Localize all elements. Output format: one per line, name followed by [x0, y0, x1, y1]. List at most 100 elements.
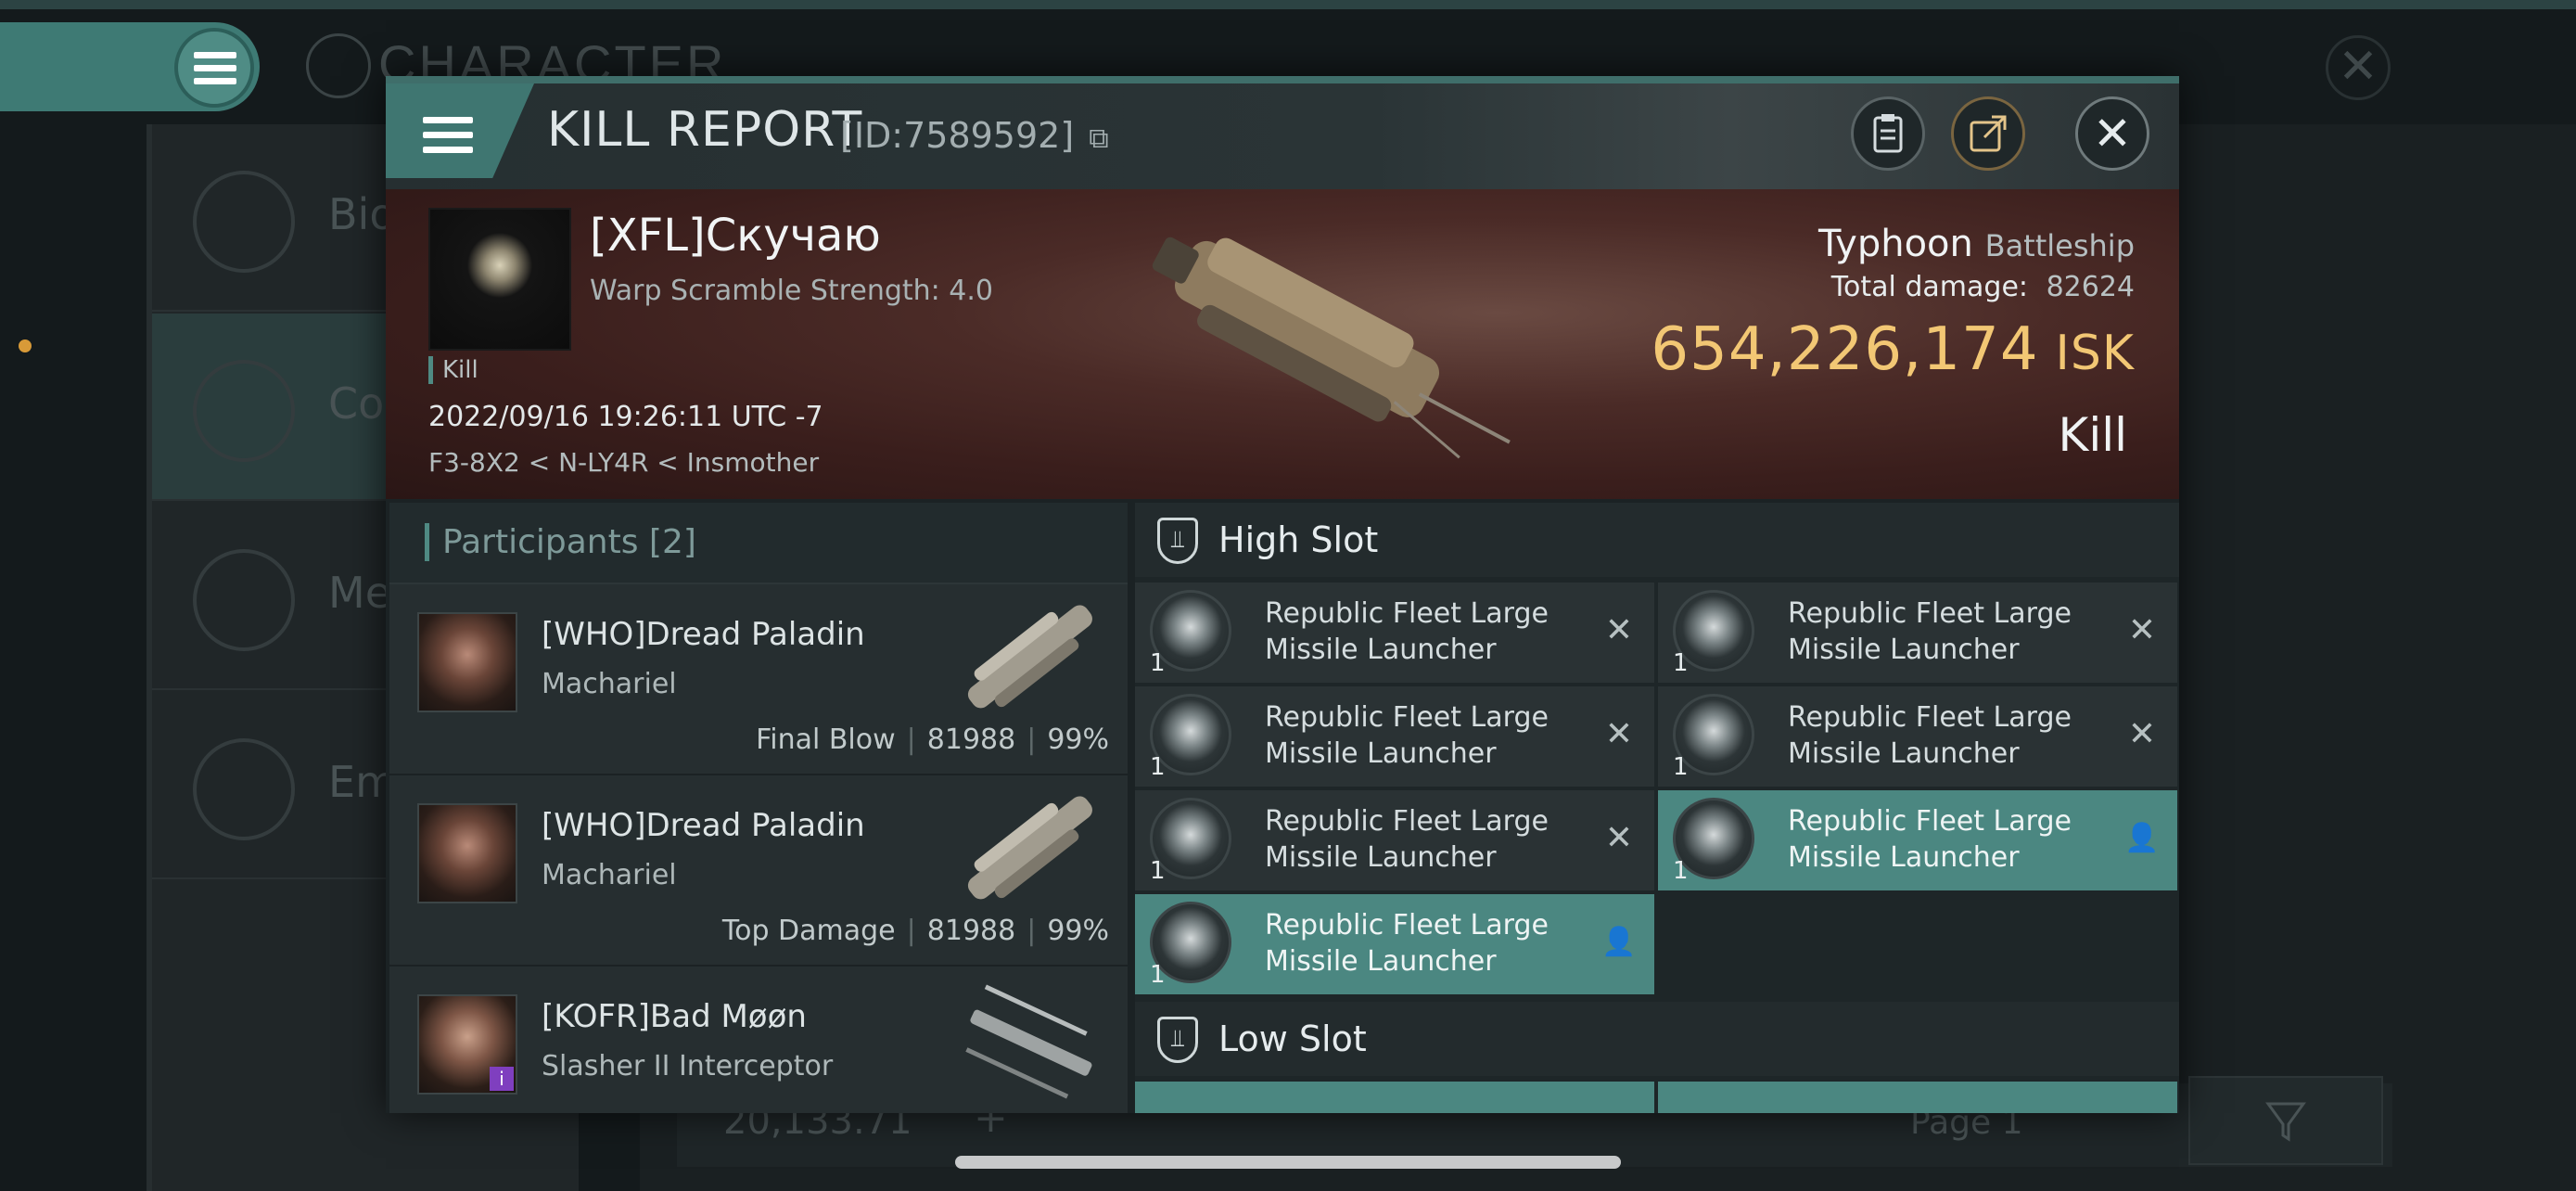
total-damage-label: Total damage: — [1830, 271, 2029, 303]
home-indicator[interactable] — [955, 1156, 1621, 1169]
participant-name: [WHO]Dread Paladin — [542, 616, 865, 653]
crossed-swords-icon — [193, 360, 295, 462]
participant-ship-image — [967, 796, 1092, 900]
info-badge-icon: i — [490, 1067, 514, 1091]
hamburger-menu-icon[interactable] — [174, 28, 254, 108]
kill-id-label: [ID:7589592] — [840, 115, 1075, 156]
participant-name: [KOFR]Bad Møøn — [542, 998, 807, 1035]
module-name: Republic Fleet Large Missile Launcher — [1788, 597, 2072, 666]
module-name: Republic Fleet Large Missile Launcher — [1788, 701, 2072, 770]
participant-name: [WHO]Dread Paladin — [542, 807, 865, 844]
module-name: Republic Fleet Large Missile Launcher — [1265, 909, 1549, 978]
fitting-panel: ⫫ High Slot 1 Republic Fleet Large Missi… — [1135, 503, 2179, 1113]
high-slot-header: ⫫ High Slot — [1135, 503, 2179, 577]
module-item[interactable] — [1135, 1082, 1654, 1113]
module-item[interactable] — [1658, 1082, 2177, 1113]
share-button[interactable] — [1951, 96, 2025, 171]
kill-datetime: 2022/09/16 19:26:11 UTC -7 — [428, 401, 823, 433]
destroyed-icon: ✕ — [2127, 611, 2157, 649]
low-slot-label: Low Slot — [1218, 1018, 1367, 1059]
participant-stats: Top Damage | 81988 | 99% — [721, 915, 1109, 947]
notification-dot — [19, 339, 32, 352]
victim-subtitle: Warp Scramble Strength: 4.0 — [590, 275, 994, 307]
module-item[interactable]: 1 Republic Fleet Large Missile Launcher … — [1658, 686, 2177, 787]
module-quantity: 1 — [1150, 753, 1166, 781]
isk-unit: ISK — [2055, 326, 2135, 381]
module-quantity: 1 — [1150, 857, 1166, 885]
participant-ship: Machariel — [542, 859, 677, 891]
destroyed-icon: ✕ — [1604, 715, 1634, 753]
participant-role: Final Blow — [756, 724, 896, 756]
victim-banner: [XFL]Скучаю Warp Scramble Strength: 4.0 … — [386, 189, 2179, 499]
copy-icon[interactable]: ⧉ — [1089, 122, 1108, 155]
participant-ship-image — [965, 984, 1092, 1099]
close-button[interactable]: ✕ — [2075, 96, 2149, 171]
share-icon — [1970, 115, 2007, 152]
participant-stats: Final Blow | 81988 | 99% — [756, 724, 1109, 756]
ship-type[interactable]: Typhoon Battleship — [1818, 223, 2135, 265]
character-icon — [306, 33, 371, 98]
clipboard-icon — [1873, 114, 1903, 153]
victim-ship-image[interactable] — [1100, 198, 1526, 477]
high-slot-label: High Slot — [1218, 519, 1379, 560]
module-quantity: 1 — [1673, 857, 1689, 885]
module-quantity: 1 — [1150, 649, 1166, 677]
module-name: Republic Fleet Large Missile Launcher — [1265, 701, 1549, 770]
participant-percent: 99% — [1047, 724, 1109, 756]
destroyed-icon: ✕ — [1604, 819, 1634, 857]
dialog-top-border — [386, 76, 2179, 83]
participant-row[interactable]: i [KOFR]Bad Møøn Slasher II Interceptor — [389, 967, 1128, 1113]
low-slot-header: ⫫ Low Slot — [1135, 1002, 2179, 1076]
high-slot-icon: ⫫ — [1157, 518, 1198, 564]
participant-role: Top Damage — [721, 915, 896, 947]
module-item[interactable]: 1 Republic Fleet Large Missile Launcher … — [1135, 894, 1654, 994]
participant-ship: Slasher II Interceptor — [542, 1050, 834, 1082]
kill-location[interactable]: F3-8X2 < N-LY4R < Insmother — [428, 447, 819, 478]
filter-button[interactable] — [2188, 1076, 2383, 1165]
module-item[interactable]: 1 Republic Fleet Large Missile Launcher … — [1135, 583, 1654, 683]
clipboard-button[interactable] — [1851, 96, 1925, 171]
participant-row[interactable]: [WHO]Dread Paladin Machariel Final Blow |… — [389, 584, 1128, 777]
kill-tag: Kill — [428, 356, 478, 384]
participant-damage: 81988 — [926, 724, 1016, 756]
module-quantity: 1 — [1673, 649, 1689, 677]
victim-portrait[interactable] — [428, 208, 571, 351]
kill-id[interactable]: [ID:7589592] ⧉ — [840, 115, 1109, 156]
star-icon — [193, 549, 295, 651]
isk-amount: 654,226,174 — [1651, 315, 2039, 384]
ship-class: Battleship — [1984, 228, 2135, 263]
total-damage-value: 82624 — [2046, 271, 2135, 303]
close-icon: ✕ — [2093, 107, 2132, 160]
module-item[interactable]: 1 Republic Fleet Large Missile Launcher … — [1658, 583, 2177, 683]
low-slot-icon: ⫫ — [1157, 1017, 1198, 1063]
result-label: Kill — [2058, 408, 2127, 462]
background-close-icon[interactable]: ✕ — [2326, 35, 2391, 100]
isk-value: 654,226,174 ISK — [1651, 315, 2135, 384]
participants-panel: Participants [2] [WHO]Dread Paladin Mach… — [389, 503, 1128, 1113]
module-name: Republic Fleet Large Missile Launcher — [1265, 597, 1549, 666]
participant-percent: 99% — [1047, 915, 1109, 947]
total-damage: Total damage: 82624 — [1831, 271, 2135, 303]
destroyed-icon: ✕ — [1604, 611, 1634, 649]
top-strip — [0, 0, 2576, 9]
module-name: Republic Fleet Large Missile Launcher — [1788, 805, 2072, 874]
module-quantity: 1 — [1673, 753, 1689, 781]
participant-portrait[interactable] — [417, 803, 517, 903]
module-item[interactable]: 1 Republic Fleet Large Missile Launcher … — [1135, 790, 1654, 890]
participant-damage: 81988 — [926, 915, 1016, 947]
module-item[interactable]: 1 Republic Fleet Large Missile Launcher … — [1135, 686, 1654, 787]
participants-header: Participants [2] — [389, 503, 1128, 584]
destroyed-icon: ✕ — [2127, 715, 2157, 753]
participants-title: Participants [2] — [425, 523, 696, 561]
victim-name[interactable]: [XFL]Скучаю — [590, 210, 881, 262]
ship-name: Typhoon — [1817, 223, 1973, 265]
module-name: Republic Fleet Large Missile Launcher — [1265, 805, 1549, 874]
list-icon — [193, 171, 295, 273]
emblem-icon — [193, 738, 295, 840]
dropped-pilot-icon: 👤 — [1601, 926, 1637, 958]
participant-ship-image — [967, 605, 1092, 709]
participant-portrait[interactable]: i — [417, 994, 517, 1095]
participant-portrait[interactable] — [417, 612, 517, 712]
participant-row[interactable]: [WHO]Dread Paladin Machariel Top Damage |… — [389, 775, 1128, 968]
module-item[interactable]: 1 Republic Fleet Large Missile Launcher … — [1658, 790, 2177, 890]
